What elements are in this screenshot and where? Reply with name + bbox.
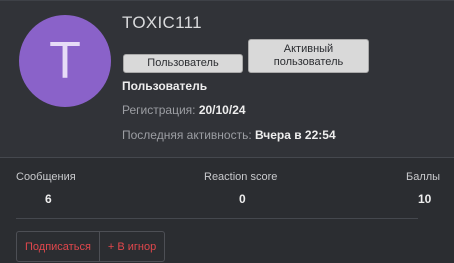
avatar[interactable]: T (19, 15, 111, 107)
member-tooltip-card: T TOXIC111 Пользователь Активный пользов… (0, 0, 454, 263)
messages-value[interactable]: 6 (45, 192, 52, 206)
registration-row: Регистрация: 20/10/24 (122, 103, 246, 117)
reaction-score-value: 0 (239, 192, 246, 206)
user-title-badge: Пользователь (123, 54, 243, 73)
active-user-badge: Активный пользователь (248, 39, 369, 73)
messages-label[interactable]: Сообщения (16, 171, 76, 183)
last-activity-row: Последняя активность: Вчера в 22:54 (122, 128, 336, 142)
role-title: Пользователь (122, 79, 208, 93)
points-label[interactable]: Баллы (406, 171, 440, 183)
username[interactable]: TOXIC111 (122, 13, 202, 33)
last-activity-value: Вчера в 22:54 (255, 128, 336, 142)
stats-panel: Сообщения 6 Reaction score 0 Баллы 10 По… (0, 158, 454, 263)
points-value[interactable]: 10 (418, 192, 431, 206)
avatar-letter: T (49, 32, 81, 90)
stats-divider (16, 218, 418, 219)
profile-header: T TOXIC111 Пользователь Активный пользов… (0, 1, 454, 158)
last-activity-label: Последняя активность: (122, 128, 252, 142)
ignore-button[interactable]: + В игнор (98, 232, 164, 261)
follow-button[interactable]: Подписаться (17, 232, 99, 261)
registration-label: Регистрация: (122, 103, 196, 117)
reaction-score-label: Reaction score (204, 171, 278, 183)
registration-value: 20/10/24 (198, 103, 246, 117)
action-buttons: Подписаться + В игнор (16, 231, 166, 262)
